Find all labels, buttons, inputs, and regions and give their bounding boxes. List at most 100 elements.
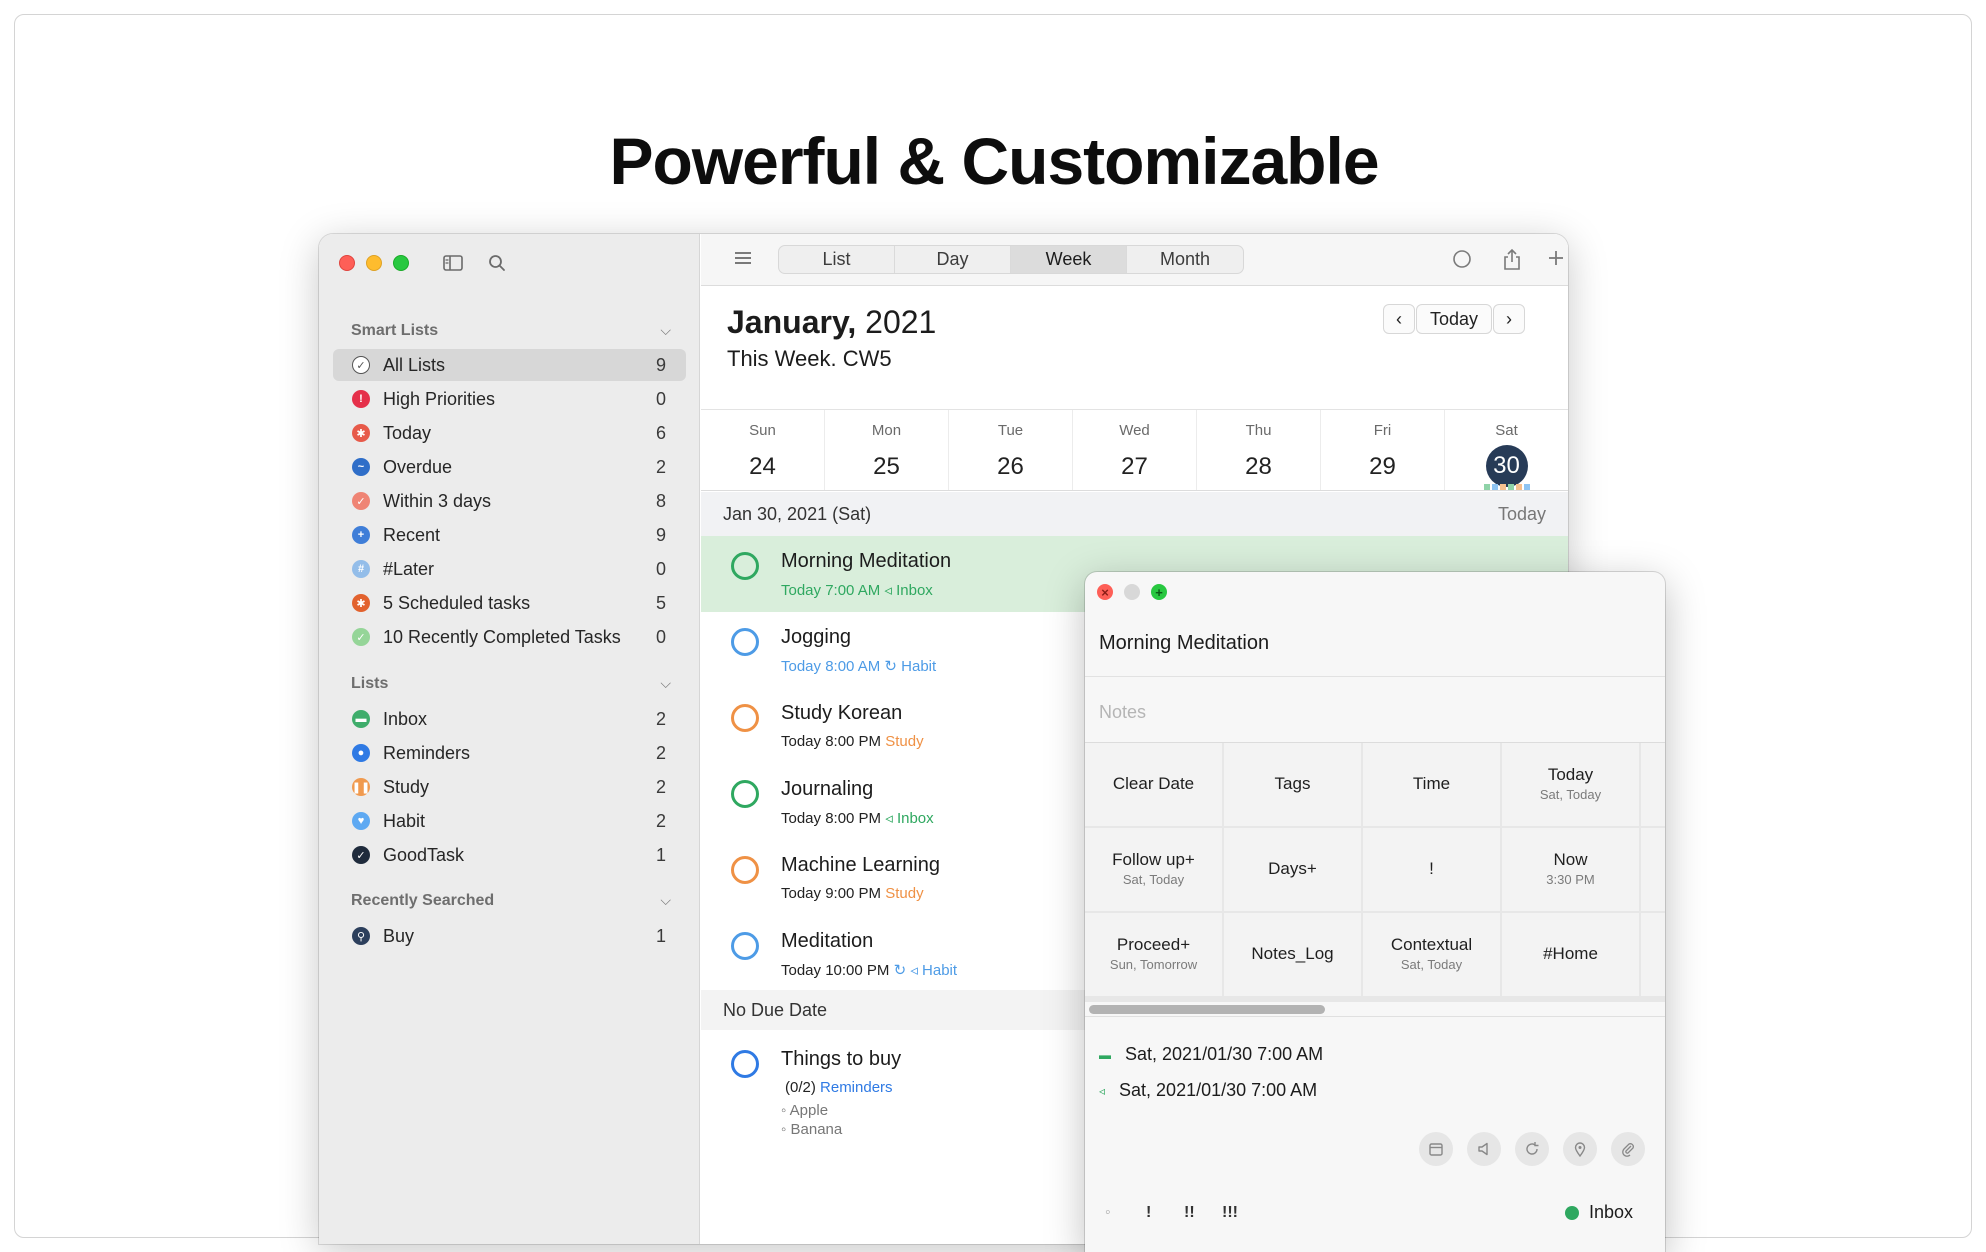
location-icon[interactable] (1563, 1132, 1597, 1166)
sidebar-item-reminders[interactable]: ● Reminders 2 (333, 737, 686, 769)
menu-icon[interactable] (731, 248, 755, 272)
check-icon: ✓ (352, 628, 370, 646)
task-checkbox[interactable] (731, 704, 759, 732)
tab-month[interactable]: Month (1127, 246, 1243, 273)
priority-none[interactable]: ◦ (1105, 1204, 1111, 1222)
minimize-window-button[interactable] (366, 255, 382, 271)
tab-week[interactable]: Week (1011, 246, 1127, 273)
window-controls (339, 255, 409, 271)
action-overflow[interactable] (1641, 743, 1665, 826)
action-tags[interactable]: Tags (1224, 743, 1361, 826)
today-button[interactable]: Today (1416, 304, 1492, 334)
task-checkbox[interactable] (731, 628, 759, 656)
day-cell[interactable]: Thu 28 (1197, 410, 1321, 490)
lists-header[interactable]: Lists ⌵ (351, 675, 671, 693)
action-overflow[interactable] (1641, 828, 1665, 911)
close-icon[interactable]: × (1097, 584, 1113, 600)
tab-day[interactable]: Day (895, 246, 1011, 273)
alarm-icon[interactable] (1467, 1132, 1501, 1166)
divider (1085, 1016, 1665, 1017)
list-selector[interactable]: Inbox (1564, 1202, 1633, 1223)
sidebar-item-habit[interactable]: ♥ Habit 2 (333, 805, 686, 837)
sidebar-item-study[interactable]: ❚❚ Study 2 (333, 771, 686, 803)
day-cell[interactable]: Mon 25 (825, 410, 949, 490)
repeat-icon[interactable] (1515, 1132, 1549, 1166)
smart-lists-header[interactable]: Smart Lists ⌵ (351, 322, 671, 340)
subtask-item[interactable]: ◦ Banana (781, 1121, 842, 1138)
next-week-button[interactable]: › (1493, 304, 1525, 334)
search-icon[interactable] (485, 251, 509, 275)
sidebar-item-goodtask[interactable]: ✓ GoodTask 1 (333, 839, 686, 871)
sidebar-item-inbox[interactable]: ▬ Inbox 2 (333, 703, 686, 735)
chevron-down-icon[interactable]: ⌵ (660, 892, 671, 910)
priority-high[interactable]: !!! (1222, 1204, 1238, 1222)
notes-field[interactable]: Notes (1099, 702, 1146, 723)
sidebar-toggle-icon[interactable] (441, 251, 465, 275)
sidebar-item-later[interactable]: # #Later 0 (333, 553, 686, 585)
chevron-down-icon[interactable]: ⌵ (660, 322, 671, 340)
attachment-icon[interactable] (1611, 1132, 1645, 1166)
circle-icon[interactable] (1450, 248, 1474, 272)
asterisk-icon: ✱ (352, 424, 370, 442)
task-checkbox[interactable] (731, 1050, 759, 1078)
task-checkbox[interactable] (731, 856, 759, 884)
sidebar-item-today[interactable]: ✱ Today 6 (333, 417, 686, 449)
action-clear-date[interactable]: Clear Date (1085, 743, 1222, 826)
zoom-window-button[interactable] (393, 255, 409, 271)
day-cell[interactable]: Wed 27 (1073, 410, 1197, 490)
sidebar-item-buy[interactable]: ⚲ Buy 1 (333, 920, 686, 952)
calendar-icon[interactable] (1419, 1132, 1453, 1166)
close-window-button[interactable] (339, 255, 355, 271)
view-switcher: List Day Week Month (778, 245, 1244, 274)
horizontal-scrollbar[interactable] (1089, 1002, 1659, 1016)
day-cell[interactable]: Sun 24 (701, 410, 825, 490)
action-proceed[interactable]: Proceed+ Sun, Tomorrow (1085, 913, 1222, 996)
priority-low[interactable]: ! (1146, 1204, 1151, 1222)
task-checkbox[interactable] (731, 552, 759, 580)
scrollbar-thumb[interactable] (1089, 1005, 1325, 1014)
task-detail-popover: × + Morning Meditation Notes Clear Date … (1085, 572, 1665, 1252)
action-contextual[interactable]: Contextual Sat, Today (1363, 913, 1500, 996)
due-date-row[interactable]: ▬ Sat, 2021/01/30 7:00 AM (1099, 1044, 1323, 1065)
exclamation-icon: ! (352, 390, 370, 408)
sidebar-item-recent[interactable]: + Recent 9 (333, 519, 686, 551)
action-overflow[interactable] (1641, 913, 1665, 996)
share-icon[interactable] (1500, 248, 1524, 272)
day-cell[interactable]: Tue 26 (949, 410, 1073, 490)
sidebar-item-recently-completed[interactable]: ✓ 10 Recently Completed Tasks 0 (333, 621, 686, 653)
sidebar-item-overdue[interactable]: ~ Overdue 2 (333, 451, 686, 483)
tab-list[interactable]: List (779, 246, 895, 273)
action-notes-log[interactable]: Notes_Log (1224, 913, 1361, 996)
action-days[interactable]: Days+ (1224, 828, 1361, 911)
minimize-window-button[interactable] (1124, 584, 1140, 600)
priority-medium[interactable]: !! (1184, 1204, 1195, 1222)
action-today[interactable]: Today Sat, Today (1502, 743, 1639, 826)
day-cell-today[interactable]: Sat 30 (1445, 410, 1568, 490)
sidebar-item-scheduled[interactable]: ✱ 5 Scheduled tasks 5 (333, 587, 686, 619)
add-icon[interactable] (1544, 248, 1568, 272)
action-follow-up[interactable]: Follow up+ Sat, Today (1085, 828, 1222, 911)
recently-searched-header[interactable]: Recently Searched ⌵ (351, 892, 671, 910)
action-now[interactable]: Now 3:30 PM (1502, 828, 1639, 911)
task-checkbox[interactable] (731, 932, 759, 960)
sidebar-item-all-lists[interactable]: ✓ All Lists 9 (333, 349, 686, 381)
day-cell[interactable]: Fri 29 (1321, 410, 1445, 490)
week-strip: Sun 24 Mon 25 Tue 26 Wed 27 Thu 28 Fri 29 Sat … (701, 409, 1568, 491)
sidebar-item-within-3-days[interactable]: ✓ Within 3 days 8 (333, 485, 686, 517)
subtask-item[interactable]: ◦ Apple (781, 1102, 828, 1119)
action-home-tag[interactable]: #Home (1502, 913, 1639, 996)
hashtag-icon: # (352, 560, 370, 578)
sidebar-item-high-priorities[interactable]: ! High Priorities 0 (333, 383, 686, 415)
today-marker: 30 (1485, 445, 1528, 487)
action-priority[interactable]: ! (1363, 828, 1500, 911)
alarm-row[interactable]: ◃ Sat, 2021/01/30 7:00 AM (1099, 1080, 1317, 1101)
sidebar: Smart Lists ⌵ ✓ All Lists 9 ! High Priori… (319, 234, 700, 1244)
previous-week-button[interactable]: ‹ (1383, 304, 1415, 334)
chevron-down-icon[interactable]: ⌵ (660, 675, 671, 693)
task-checkbox[interactable] (731, 780, 759, 808)
week-label: This Week. CW5 (727, 346, 892, 371)
action-time[interactable]: Time (1363, 743, 1500, 826)
detail-title[interactable]: Morning Meditation (1099, 632, 1269, 655)
zoom-icon[interactable]: + (1151, 584, 1167, 600)
calendar-icon: ▬ (1099, 1047, 1111, 1062)
